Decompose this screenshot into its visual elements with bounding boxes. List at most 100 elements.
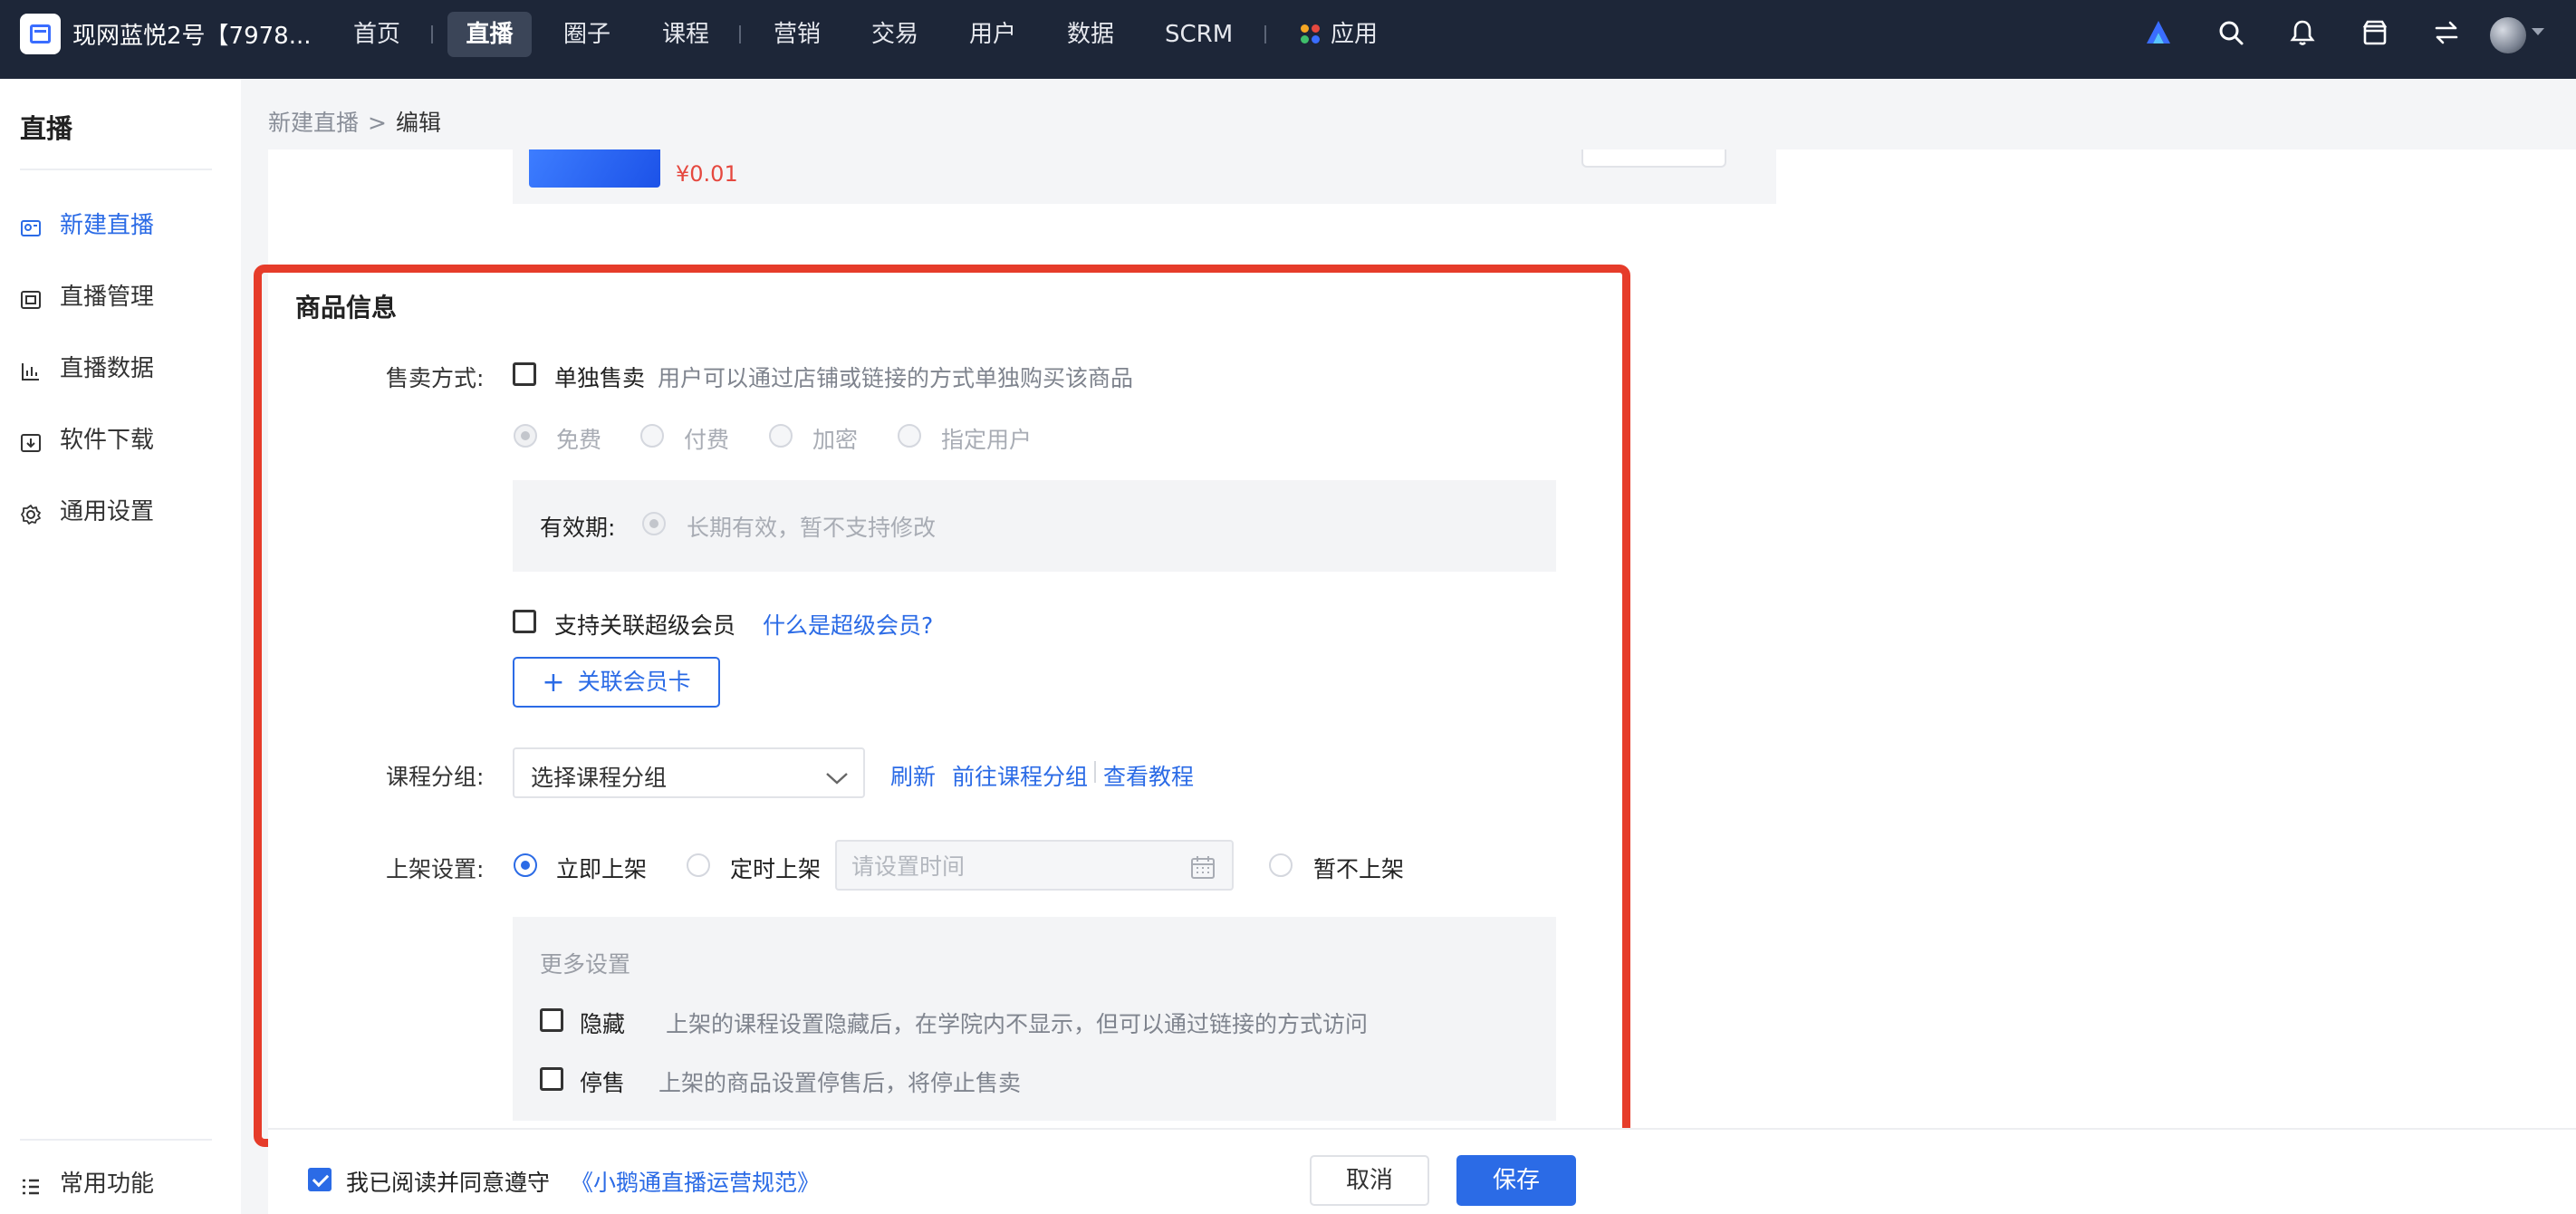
view-tutorial-link[interactable]: 查看教程 xyxy=(1103,759,1194,792)
sidebar-item-settings[interactable]: 通用设置 xyxy=(20,494,154,530)
sidebar-item-live-data[interactable]: 直播数据 xyxy=(20,351,154,387)
calendar-icon xyxy=(1190,854,1216,880)
price-type-encrypted-label: 加密 xyxy=(812,427,859,453)
goods-action-button[interactable] xyxy=(1581,149,1726,168)
cancel-button[interactable]: 取消 xyxy=(1310,1155,1429,1206)
agree-policy-link[interactable]: 《小鹅通直播运营规范》 xyxy=(571,1165,820,1198)
nav-trade[interactable]: 交易 xyxy=(871,12,918,57)
listing-scheduled-label: 定时上架 xyxy=(730,856,822,882)
bell-icon[interactable] xyxy=(2288,18,2317,47)
nav-data[interactable]: 数据 xyxy=(1067,12,1114,57)
download-icon xyxy=(20,429,42,452)
nav-marketing[interactable]: 营销 xyxy=(774,12,821,57)
price-type-paid-radio[interactable] xyxy=(640,424,664,448)
section-title: 商品信息 xyxy=(295,293,398,323)
listing-time-input[interactable] xyxy=(835,840,1234,891)
switch-icon[interactable] xyxy=(2432,18,2461,47)
footer-action-bar: 我已阅读并同意遵守 《小鹅通直播运营规范》 取消 保存 xyxy=(268,1128,2576,1214)
hide-checkbox[interactable] xyxy=(540,1008,563,1032)
sidebar-item-common-functions[interactable]: 常用功能 xyxy=(20,1166,154,1202)
breadcrumb-link-new-live[interactable]: 新建直播 xyxy=(268,110,359,136)
live-add-icon xyxy=(20,214,42,236)
super-member-help-link[interactable]: 什么是超级会员? xyxy=(763,608,933,641)
brand-logo-icon[interactable] xyxy=(2144,18,2173,47)
nav-separator xyxy=(431,25,433,43)
sidebar-item-label: 常用功能 xyxy=(60,1171,155,1198)
plus-icon: + xyxy=(542,667,565,699)
stop-sale-checkbox[interactable] xyxy=(540,1067,563,1091)
sidebar-item-live-manage[interactable]: 直播管理 xyxy=(20,279,154,315)
agree-checkbox[interactable] xyxy=(308,1168,332,1191)
goto-course-group-link[interactable]: 前往课程分组 xyxy=(952,759,1088,792)
listing-not-now-label: 暂不上架 xyxy=(1313,856,1405,882)
sidebar-item-label: 直播管理 xyxy=(60,284,155,311)
apps-icon xyxy=(1301,24,1321,44)
agree-text: 我已阅读并同意遵守 xyxy=(346,1170,551,1196)
top-navigation-bar: 现网蓝悦2号【7978... 首页 直播 圈子 课程 营销 交易 用户 数据 S… xyxy=(0,0,2576,79)
gear-icon xyxy=(20,500,42,525)
nav-users[interactable]: 用户 xyxy=(969,12,1016,57)
hide-description: 上架的课程设置隐藏后，在学院内不显示，但可以通过链接的方式访问 xyxy=(666,1011,1369,1037)
sidebar-title: 直播 xyxy=(20,113,73,144)
validity-value: 长期有效，暂不支持修改 xyxy=(687,515,937,541)
sidebar-divider xyxy=(20,1139,212,1141)
hide-label: 隐藏 xyxy=(580,1011,626,1037)
sale-method-label: 售卖方式: xyxy=(386,365,485,391)
listing-label: 上架设置: xyxy=(386,856,485,882)
nav-course[interactable]: 课程 xyxy=(662,12,709,57)
price-type-specified-user-radio[interactable] xyxy=(898,424,921,448)
sidebar-item-download[interactable]: 软件下载 xyxy=(20,422,154,458)
shop-name[interactable]: 现网蓝悦2号【7978... xyxy=(72,17,312,51)
link-member-card-label: 关联会员卡 xyxy=(577,669,691,695)
refresh-link[interactable]: 刷新 xyxy=(890,759,936,792)
sidebar: 直播 新建直播 直播管理 直播数据 软件下载 通用设置 常用功能 xyxy=(0,79,241,1214)
search-icon[interactable] xyxy=(2216,18,2245,47)
validity-long-term-radio[interactable] xyxy=(642,512,666,535)
breadcrumb: 新建直播 > 编辑 xyxy=(268,105,441,138)
breadcrumb-current: 编辑 xyxy=(395,110,441,136)
nav-apps[interactable]: 应用 xyxy=(1331,12,1378,57)
listing-time-field[interactable] xyxy=(851,851,1177,882)
single-sale-description: 用户可以通过店铺或链接的方式单独购买该商品 xyxy=(658,365,1134,391)
link-member-card-button[interactable]: + 关联会员卡 xyxy=(513,657,720,708)
sidebar-item-new-live[interactable]: 新建直播 xyxy=(20,207,154,244)
breadcrumb-separator: > xyxy=(368,110,387,136)
listing-immediate-radio[interactable] xyxy=(514,853,537,877)
sidebar-item-label: 通用设置 xyxy=(60,498,155,525)
super-member-label: 支持关联超级会员 xyxy=(554,612,736,639)
sidebar-item-label: 软件下载 xyxy=(60,427,155,454)
link-separator xyxy=(1094,761,1096,783)
chevron-down-icon xyxy=(825,766,849,785)
course-group-select[interactable]: 选择课程分组 xyxy=(513,747,865,798)
sidebar-item-label: 新建直播 xyxy=(60,212,155,239)
save-button[interactable]: 保存 xyxy=(1456,1155,1576,1206)
chevron-down-icon[interactable] xyxy=(2532,28,2544,35)
nav-scrm[interactable]: SCRM xyxy=(1165,12,1233,57)
stop-sale-label: 停售 xyxy=(580,1070,626,1096)
shop-logo-icon[interactable] xyxy=(20,14,61,54)
nav-circle[interactable]: 圈子 xyxy=(563,12,610,57)
validity-panel xyxy=(513,480,1556,572)
chart-icon xyxy=(20,357,42,381)
price-type-free-label: 免费 xyxy=(556,427,602,453)
nav-separator xyxy=(739,25,741,43)
price-type-free-radio[interactable] xyxy=(514,424,537,448)
listing-not-now-radio[interactable] xyxy=(1269,853,1293,877)
store-icon[interactable] xyxy=(2360,18,2389,47)
single-sale-checkbox[interactable] xyxy=(513,362,536,386)
goods-thumbnail xyxy=(529,149,660,188)
listing-scheduled-radio[interactable] xyxy=(687,853,710,877)
super-member-checkbox[interactable] xyxy=(513,610,536,633)
more-settings-title: 更多设置 xyxy=(540,951,631,978)
avatar[interactable] xyxy=(2490,17,2526,53)
nav-separator xyxy=(1264,25,1266,43)
sidebar-item-label: 直播数据 xyxy=(60,355,155,382)
price-type-paid-label: 付费 xyxy=(684,427,730,453)
nav-live[interactable]: 直播 xyxy=(447,12,532,57)
course-group-label: 课程分组: xyxy=(386,764,485,790)
sidebar-divider xyxy=(20,169,212,170)
price-type-encrypted-radio[interactable] xyxy=(769,424,793,448)
goods-price: ¥0.01 xyxy=(676,161,738,187)
nav-home[interactable]: 首页 xyxy=(353,12,400,57)
validity-label: 有效期: xyxy=(540,515,616,541)
